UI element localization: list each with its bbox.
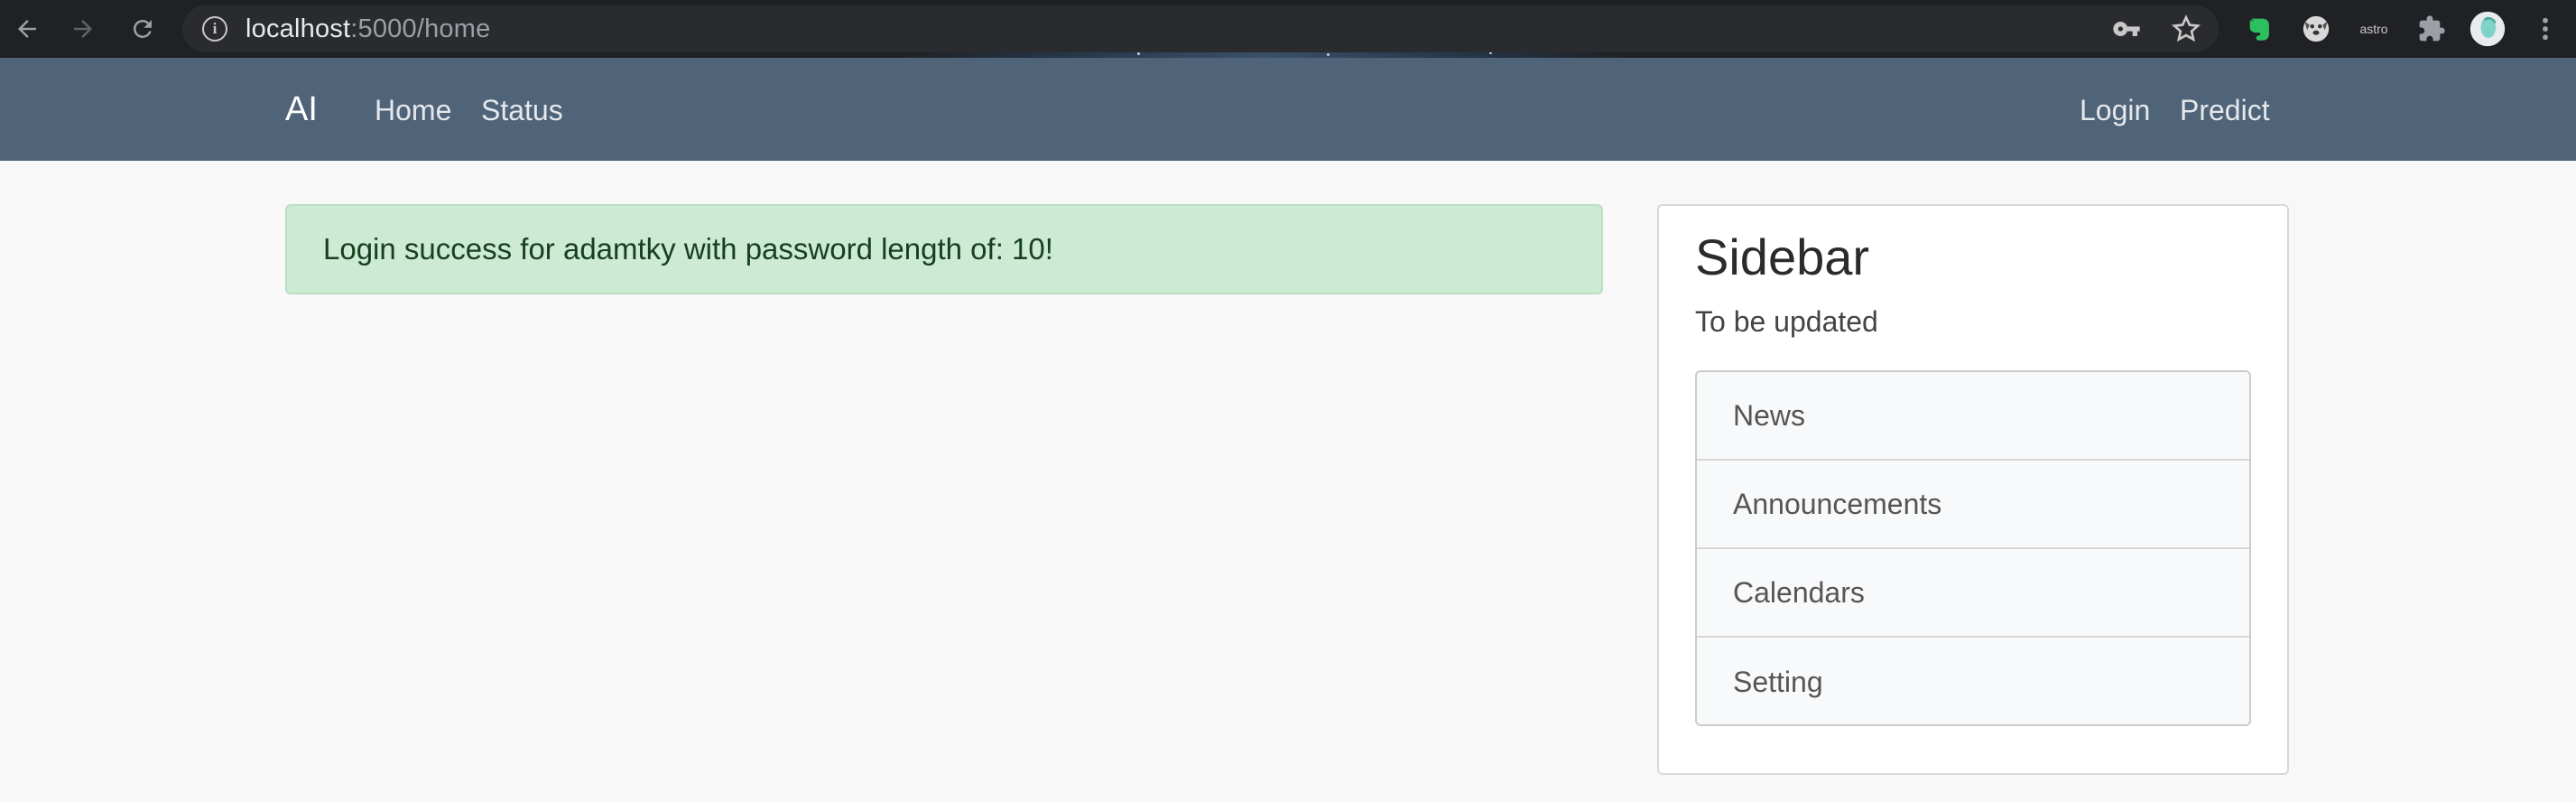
astro-label: astro (2359, 22, 2388, 36)
nav-link-home[interactable]: Home (375, 94, 451, 127)
evernote-icon[interactable] (2242, 11, 2278, 47)
site-info-icon[interactable]: i (202, 16, 227, 42)
sidebar-item-announcements[interactable]: Announcements (1697, 461, 2249, 549)
alert-message: Login success for adamtky with password … (323, 232, 1053, 266)
key-icon-svg (2113, 22, 2140, 36)
star-icon-svg (2172, 14, 2201, 42)
url-text[interactable]: localhost:5000/home (246, 14, 490, 44)
profile-avatar[interactable] (2469, 11, 2506, 47)
browser-menu-icon[interactable] (2527, 11, 2563, 47)
reload-icon (133, 19, 152, 38)
dog-icon-svg (2303, 15, 2330, 42)
nav-link-login[interactable]: Login (2080, 94, 2150, 127)
brand-logo[interactable]: AI (285, 90, 318, 129)
sidebar-item-news[interactable]: News (1697, 372, 2249, 461)
sidebar-item-setting[interactable]: Setting (1697, 638, 2249, 724)
puzzle-icon[interactable] (2414, 11, 2450, 47)
back-button[interactable] (9, 11, 45, 47)
site-navbar: AI Home Status Login Predict (0, 58, 2576, 161)
url-path: :5000/home (350, 14, 491, 43)
forward-arrow-icon (74, 20, 92, 38)
nav-link-predict[interactable]: Predict (2180, 94, 2270, 127)
sidebar-list: News Announcements Calendars Setting (1695, 370, 2251, 726)
url-host: localhost (246, 14, 351, 43)
login-success-alert: Login success for adamtky with password … (285, 204, 1603, 294)
sidebar-panel: Sidebar To be updated News Announcements… (1657, 204, 2289, 775)
sidebar-subtitle: To be updated (1695, 305, 1878, 338)
sidebar-title: Sidebar (1695, 228, 1870, 285)
key-icon[interactable] (2108, 11, 2145, 47)
evernote-icon-svg (2249, 17, 2269, 41)
back-arrow-icon (18, 20, 36, 38)
nav-link-status[interactable]: Status (481, 94, 563, 127)
bookmark-star-icon[interactable] (2168, 11, 2204, 47)
astro-icon[interactable]: astro (2354, 11, 2394, 47)
kebab-icon (2543, 17, 2548, 41)
browser-toolbar: i localhost:5000/home astro (0, 0, 2576, 58)
puzzle-icon-svg (2419, 15, 2445, 42)
sidebar-item-calendars[interactable]: Calendars (1697, 549, 2249, 638)
avatar-icon (2469, 11, 2506, 47)
reload-button[interactable] (125, 11, 161, 47)
address-bar[interactable]: i localhost:5000/home (182, 5, 2219, 52)
forward-button[interactable] (65, 11, 101, 47)
dog-icon[interactable] (2298, 11, 2334, 47)
